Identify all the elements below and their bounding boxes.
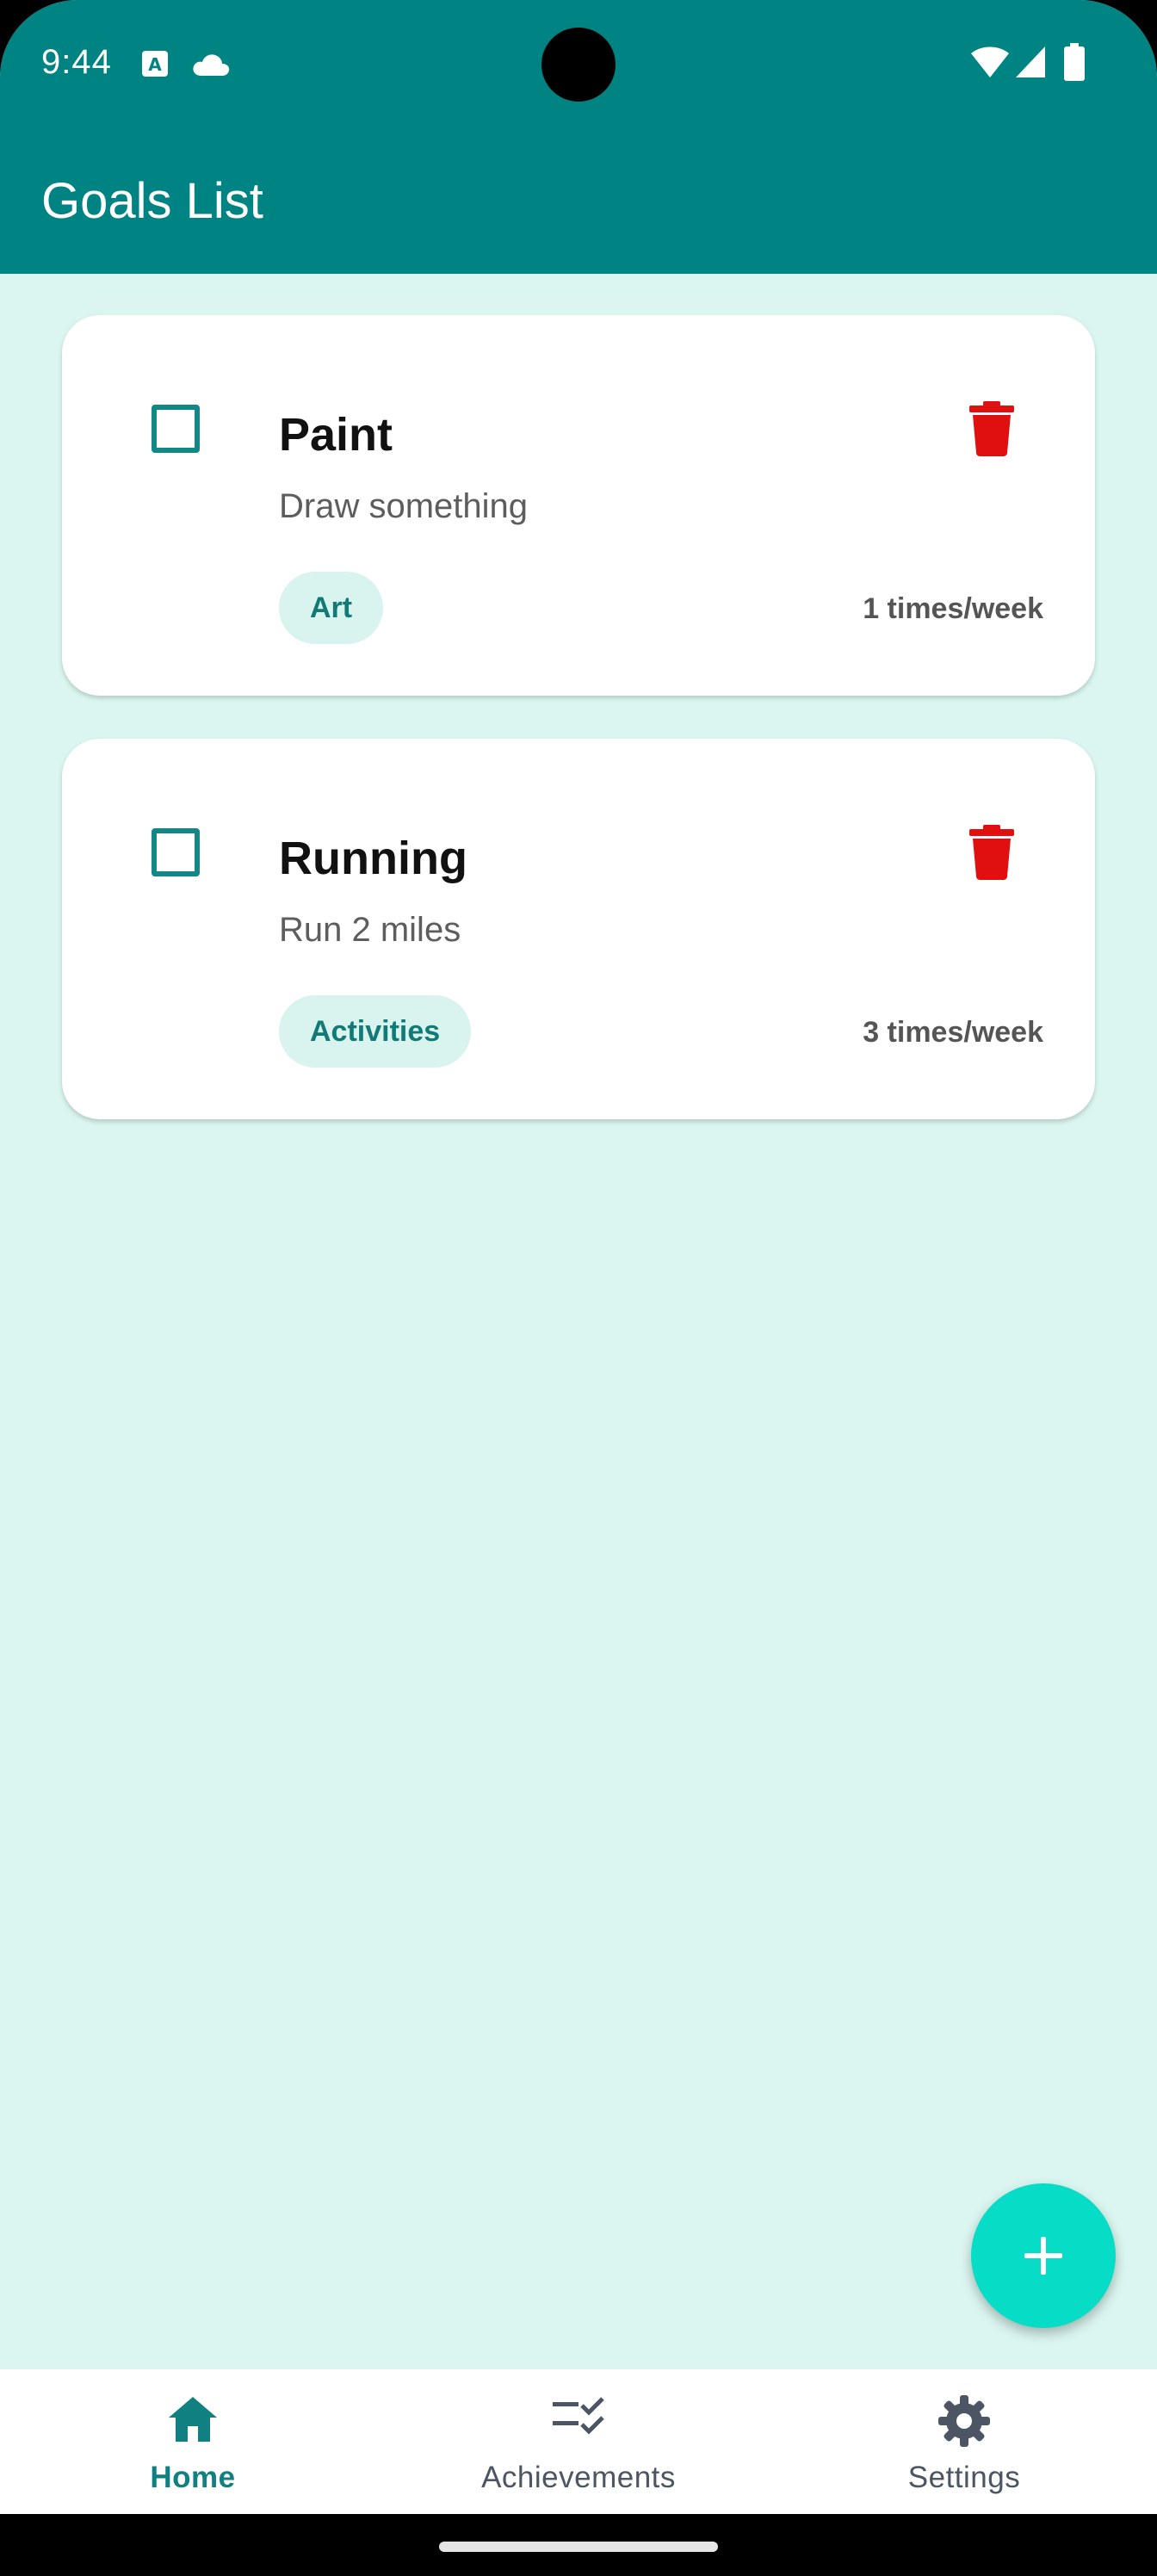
cloud-icon xyxy=(191,52,231,82)
category-tag: Activities xyxy=(279,995,472,1068)
page-title: Goals List xyxy=(41,173,263,229)
goal-title: Running xyxy=(279,833,467,884)
a-notification-icon: A xyxy=(141,50,169,82)
nav-item-home[interactable]: Home xyxy=(0,2369,386,2514)
gesture-handle[interactable] xyxy=(439,2542,718,2552)
signal-icon xyxy=(1014,45,1047,84)
app-screen: 9:44 A Goals List Paint Draw something A… xyxy=(0,0,1157,2576)
goal-card[interactable]: Paint Draw something Art 1 times/week xyxy=(62,315,1095,696)
nav-label-home: Home xyxy=(150,2461,236,2494)
goal-checkbox[interactable] xyxy=(152,828,200,876)
goal-description: Run 2 miles xyxy=(279,911,461,949)
delete-icon[interactable] xyxy=(968,401,1016,456)
goal-frequency: 1 times/week xyxy=(863,592,1043,625)
home-icon xyxy=(167,2395,219,2448)
nav-item-settings[interactable]: Settings xyxy=(771,2369,1157,2514)
camera-cutout xyxy=(541,28,616,102)
gesture-area xyxy=(0,2514,1157,2576)
checklist-icon xyxy=(551,2395,606,2441)
plus-icon xyxy=(1024,2237,1062,2275)
battery-icon xyxy=(1064,43,1085,85)
top-app-bar: 9:44 A Goals List xyxy=(0,0,1157,274)
nav-label-achievements: Achievements xyxy=(481,2461,676,2494)
goal-title: Paint xyxy=(279,409,393,461)
wifi-icon xyxy=(969,45,1011,84)
add-goal-button[interactable] xyxy=(971,2183,1116,2328)
gear-icon xyxy=(938,2395,990,2451)
goal-checkbox[interactable] xyxy=(152,405,200,453)
delete-icon[interactable] xyxy=(968,825,1016,880)
bottom-navigation: Home Achievements Settings xyxy=(0,2369,1157,2514)
category-tag: Art xyxy=(279,572,384,644)
nav-label-settings: Settings xyxy=(907,2461,1021,2494)
goal-card[interactable]: Running Run 2 miles Activities 3 times/w… xyxy=(62,739,1095,1119)
goal-frequency: 3 times/week xyxy=(863,1016,1043,1049)
svg-text:A: A xyxy=(148,54,162,75)
nav-item-achievements[interactable]: Achievements xyxy=(386,2369,771,2514)
goal-description: Draw something xyxy=(279,487,529,525)
status-time: 9:44 xyxy=(41,43,112,81)
